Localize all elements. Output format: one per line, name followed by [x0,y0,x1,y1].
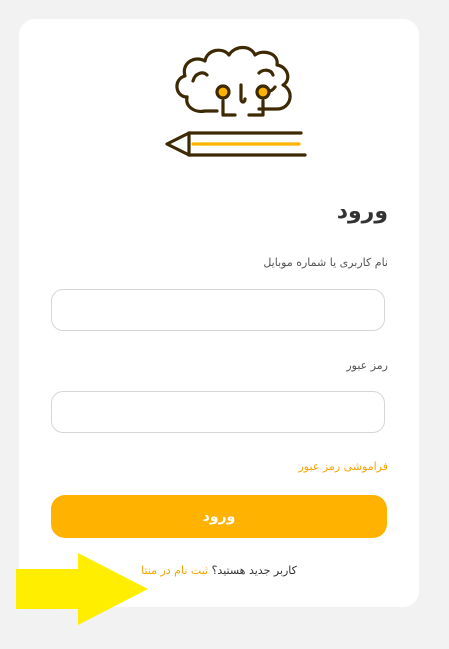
login-card: ورود نام کاربری یا شماره موبایل رمز عبور… [19,19,419,607]
register-link[interactable]: ثبت نام در منتا [141,564,208,577]
username-label: نام کاربری یا شماره موبایل [263,256,388,269]
forgot-password-link[interactable]: فراموشی رمز عبور [299,460,389,473]
page-title: ورود [336,199,388,224]
new-user-question: کاربر جدید هستید؟ [211,564,297,577]
brain-pencil-logo-icon [165,45,307,157]
login-button[interactable]: ورود [51,495,387,538]
password-input[interactable] [51,391,385,433]
username-input[interactable] [51,289,385,331]
password-label: رمز عبور [346,359,388,372]
annotation-arrow-icon [16,553,148,625]
